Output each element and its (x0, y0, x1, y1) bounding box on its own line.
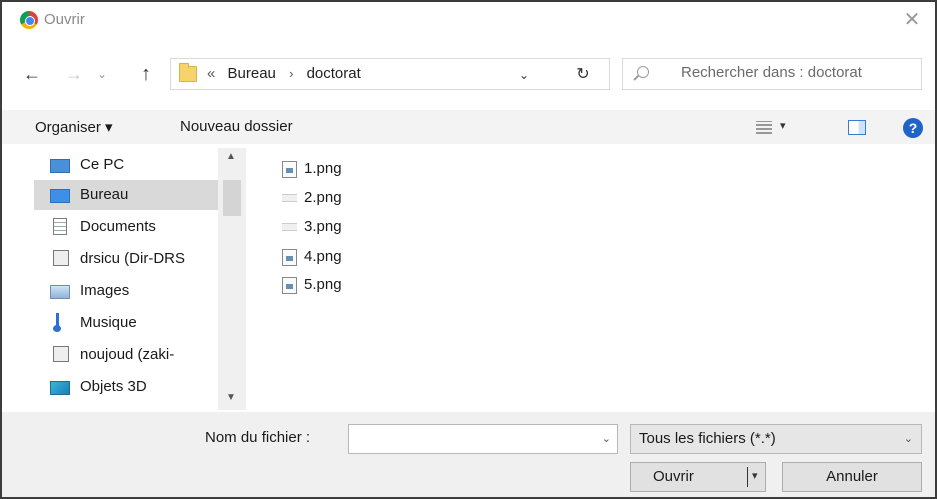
filename-combobox[interactable]: ⌄ (348, 424, 618, 454)
3d-objects-icon (50, 381, 70, 395)
file-item-1-png[interactable]: 1.png (282, 156, 392, 182)
forward-button[interactable]: → (62, 62, 86, 86)
music-icon (53, 313, 66, 332)
dialog-footer: Nom du fichier : ⌄ Tous les fichiers (*.… (2, 412, 935, 497)
sidebar-item-label: Bureau (80, 186, 129, 203)
breadcrumb-separator[interactable]: › (289, 66, 293, 81)
file-item-2-png[interactable]: 2.png (282, 185, 392, 211)
view-options-icon[interactable] (756, 121, 772, 134)
sidebar-item-label: noujoud (zaki- (80, 346, 175, 363)
sidebar-item-label: Objets 3D (80, 378, 147, 395)
sidebar-item-label: Documents (80, 218, 156, 235)
search-box[interactable] (622, 58, 922, 90)
file-name: 3.png (304, 218, 342, 235)
navigation-pane: Ce PC Bureau Documents drsicu (Dir-DRS I… (2, 148, 246, 410)
file-list: 1.png 2.png 3.png 4.png 5.png (262, 152, 922, 402)
open-button-label: Ouvrir (653, 468, 694, 485)
sidebar-item-label: drsicu (Dir-DRS (80, 250, 185, 267)
network-drive-icon (53, 250, 69, 266)
image-file-icon (282, 277, 297, 294)
close-button[interactable]: ✕ (897, 6, 927, 34)
open-file-dialog: Ouvrir ✕ ← → ⌄ ↑ « Bureau › doctorat ⌄ ↻… (0, 0, 937, 499)
file-item-3-png[interactable]: 3.png (282, 214, 392, 240)
pictures-icon (50, 285, 70, 299)
file-item-4-png[interactable]: 4.png (282, 244, 392, 270)
sidebar-item-label: Musique (80, 314, 137, 331)
image-file-icon (282, 194, 297, 202)
sidebar-item-images[interactable]: Images (34, 276, 218, 306)
sidebar-item-bureau[interactable]: Bureau (34, 180, 218, 210)
filename-input[interactable] (355, 430, 591, 447)
file-item-5-png[interactable]: 5.png (282, 272, 392, 298)
image-file-icon (282, 161, 297, 178)
preview-pane-icon[interactable] (848, 120, 866, 135)
split-divider (747, 467, 748, 487)
sidebar-scrollbar[interactable]: ▲ ▼ (218, 148, 246, 410)
file-type-filter[interactable]: Tous les fichiers (*.*) ⌄ (630, 424, 922, 454)
up-button[interactable]: ↑ (134, 62, 158, 86)
image-file-icon (282, 249, 297, 266)
window-title: Ouvrir (44, 11, 85, 28)
view-options-dropdown-icon[interactable]: ▾ (780, 119, 786, 132)
command-bar: Organiser ▾ Nouveau dossier ▾ ? (2, 110, 935, 144)
address-row: ← → ⌄ ↑ « Bureau › doctorat ⌄ ↻ (2, 54, 935, 94)
computer-icon (50, 159, 70, 173)
sidebar-item-noujoud[interactable]: noujoud (zaki- (34, 340, 218, 370)
title-bar: Ouvrir ✕ (2, 2, 935, 42)
back-button[interactable]: ← (20, 62, 44, 86)
address-dropdown-icon[interactable]: ⌄ (515, 66, 533, 84)
sidebar-item-label: Ce PC (80, 156, 125, 173)
desktop-icon (50, 189, 70, 203)
scroll-down-arrow-icon[interactable]: ▼ (226, 392, 236, 403)
search-icon (637, 66, 649, 78)
help-icon[interactable]: ? (903, 118, 923, 138)
recent-locations-button[interactable]: ⌄ (90, 62, 114, 86)
filename-label: Nom du fichier : (205, 429, 311, 446)
file-name: 2.png (304, 189, 342, 206)
address-bar[interactable]: « Bureau › doctorat ⌄ ↻ (170, 58, 610, 90)
organize-button[interactable]: Organiser ▾ (35, 118, 113, 136)
file-name: 4.png (304, 248, 342, 265)
open-button[interactable]: Ouvrir ▾ (630, 462, 766, 492)
open-dropdown-icon[interactable]: ▾ (752, 469, 758, 482)
file-name: 1.png (304, 160, 342, 177)
breadcrumb-overflow[interactable]: « (207, 65, 215, 82)
new-folder-button[interactable]: Nouveau dossier (180, 118, 293, 135)
documents-icon (53, 218, 67, 235)
file-type-label: Tous les fichiers (*.*) (639, 430, 776, 447)
sidebar-item-musique[interactable]: Musique (34, 308, 218, 338)
sidebar-item-ce-pc[interactable]: Ce PC (34, 150, 218, 180)
scroll-thumb[interactable] (223, 180, 241, 216)
search-input[interactable] (681, 64, 913, 81)
breadcrumb-bureau[interactable]: Bureau (228, 65, 276, 82)
cancel-button[interactable]: Annuler (782, 462, 922, 492)
network-drive-icon (53, 346, 69, 362)
refresh-button[interactable]: ↻ (571, 64, 595, 86)
folder-icon (179, 63, 197, 82)
chevron-down-icon[interactable]: ⌄ (602, 432, 611, 445)
chrome-icon (20, 11, 38, 29)
sidebar-item-objets-3d[interactable]: Objets 3D (34, 372, 218, 402)
breadcrumb-doctorat[interactable]: doctorat (307, 65, 361, 82)
sidebar-item-documents[interactable]: Documents (34, 212, 218, 242)
chevron-down-icon[interactable]: ⌄ (904, 432, 913, 445)
sidebar-item-drsicu[interactable]: drsicu (Dir-DRS (34, 244, 218, 274)
scroll-up-arrow-icon[interactable]: ▲ (226, 151, 236, 162)
file-name: 5.png (304, 276, 342, 293)
sidebar-item-label: Images (80, 282, 130, 299)
image-file-icon (282, 223, 297, 231)
breadcrumb: « Bureau › doctorat (207, 65, 361, 82)
